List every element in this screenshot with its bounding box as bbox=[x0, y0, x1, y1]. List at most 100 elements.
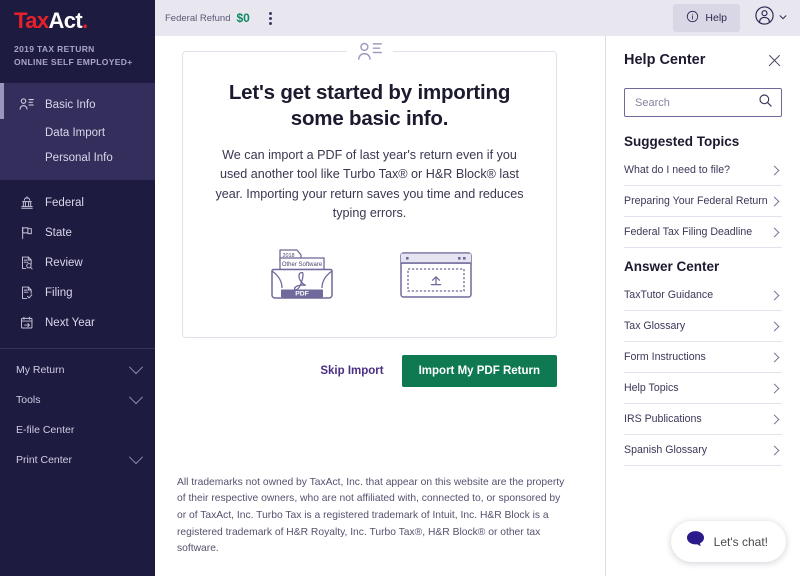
document-search-icon bbox=[18, 255, 35, 272]
chat-bubble-icon bbox=[686, 530, 705, 553]
account-menu-button[interactable] bbox=[754, 5, 788, 31]
sidebar-item-next-year[interactable]: Next Year bbox=[0, 308, 155, 338]
top-bar: Federal Refund $0 Help bbox=[155, 0, 800, 36]
chevron-down-icon bbox=[778, 9, 788, 27]
sidebar-item-basic-info-label: Basic Info bbox=[45, 98, 96, 111]
chevron-down-icon bbox=[128, 360, 144, 375]
center-pane: Let's get started by importing some basi… bbox=[155, 36, 605, 576]
chevron-right-icon bbox=[769, 352, 780, 362]
sidebar-item-review[interactable]: Review bbox=[0, 248, 155, 278]
sidebar-item-data-import[interactable]: Data Import bbox=[0, 120, 155, 145]
sidebar-item-efile-center-label: E-file Center bbox=[16, 424, 75, 437]
main-column: Federal Refund $0 Help Let's get started… bbox=[155, 0, 800, 576]
chevron-right-icon bbox=[769, 165, 780, 175]
lets-chat-label: Let's chat! bbox=[713, 534, 768, 549]
content-area: Let's get started by importing some basi… bbox=[155, 36, 800, 576]
list-item[interactable]: Spanish Glossary bbox=[624, 435, 782, 466]
answer-center-list: TaxTutor Guidance Tax Glossary Form Inst… bbox=[624, 280, 782, 466]
help-search-box[interactable] bbox=[624, 88, 782, 117]
brand-block: TaxAct. 2019 TAX RETURN ONLINE SELF EMPL… bbox=[0, 0, 155, 83]
sidebar-item-state[interactable]: State bbox=[0, 218, 155, 248]
info-circle-icon bbox=[686, 10, 699, 26]
chevron-right-icon bbox=[769, 290, 780, 300]
taxact-logo[interactable]: TaxAct. bbox=[14, 10, 141, 32]
list-item[interactable]: Help Topics bbox=[624, 373, 782, 404]
card-title: Let's get started by importing some basi… bbox=[228, 81, 511, 130]
close-icon[interactable] bbox=[767, 53, 782, 68]
federal-refund-label: Federal Refund bbox=[165, 12, 231, 24]
help-search-input[interactable] bbox=[635, 96, 758, 109]
skip-import-button[interactable]: Skip Import bbox=[318, 359, 385, 383]
pdf-folder-pdf-label: PDF bbox=[295, 290, 309, 297]
list-item[interactable]: IRS Publications bbox=[624, 404, 782, 435]
sidebar-footer-nav: My Return Tools E-file Center Print Cent… bbox=[0, 355, 155, 475]
sidebar-item-review-label: Review bbox=[45, 257, 83, 270]
help-center-header: Help Center bbox=[624, 52, 782, 68]
suggested-topic-label: What do I need to file? bbox=[624, 164, 731, 176]
sidebar-item-my-return[interactable]: My Return bbox=[0, 355, 155, 385]
list-item[interactable]: Form Instructions bbox=[624, 342, 782, 373]
pdf-folder-illustration: 2018 Other Software PDF bbox=[267, 242, 337, 313]
suggested-topic-label: Preparing Your Federal Return bbox=[624, 195, 768, 207]
brand-subtitle: 2019 TAX RETURN ONLINE SELF EMPLOYED+ bbox=[14, 43, 141, 69]
kebab-menu-icon[interactable] bbox=[266, 9, 275, 28]
help-button-label: Help bbox=[705, 12, 727, 24]
product-label: ONLINE SELF EMPLOYED+ bbox=[14, 57, 133, 68]
chevron-right-icon bbox=[769, 321, 780, 331]
flag-icon bbox=[18, 225, 35, 242]
answer-center-title: Answer Center bbox=[624, 259, 720, 274]
sidebar-item-print-center-label: Print Center bbox=[16, 454, 73, 467]
chevron-down-icon bbox=[128, 450, 144, 465]
sidebar-item-filing-label: Filing bbox=[45, 287, 73, 300]
taxact-app-window: TaxAct. 2019 TAX RETURN ONLINE SELF EMPL… bbox=[0, 0, 800, 576]
help-center-panel: Help Center Suggested Topics What do I n… bbox=[605, 36, 800, 576]
sidebar-item-tools-label: Tools bbox=[16, 394, 41, 407]
sidebar-item-my-return-label: My Return bbox=[16, 364, 65, 377]
sidebar-item-basic-info[interactable]: Basic Info bbox=[0, 89, 155, 120]
list-item[interactable]: Tax Glossary bbox=[624, 311, 782, 342]
top-bar-right: Help bbox=[673, 4, 788, 32]
sidebar-item-print-center[interactable]: Print Center bbox=[0, 445, 155, 475]
calendar-arrow-icon bbox=[18, 315, 35, 332]
sidebar-group-basic-info: Basic Info Data Import Personal Info bbox=[0, 83, 155, 181]
person-list-icon bbox=[346, 39, 393, 65]
chevron-right-icon bbox=[769, 414, 780, 424]
answer-item-label: IRS Publications bbox=[624, 413, 702, 425]
answer-item-label: TaxTutor Guidance bbox=[624, 289, 714, 301]
logo-tax-text: Tax bbox=[14, 8, 49, 33]
chevron-right-icon bbox=[769, 227, 780, 237]
list-item[interactable]: TaxTutor Guidance bbox=[624, 280, 782, 311]
sidebar-item-personal-info-label: Personal Info bbox=[45, 151, 113, 164]
lets-chat-button[interactable]: Let's chat! bbox=[670, 521, 786, 562]
suggested-topics-title: Suggested Topics bbox=[624, 134, 740, 149]
import-card: Let's get started by importing some basi… bbox=[182, 39, 557, 338]
list-item[interactable]: Preparing Your Federal Return bbox=[624, 186, 782, 217]
list-item[interactable]: Federal Tax Filing Deadline bbox=[624, 217, 782, 248]
sidebar-main-nav: Federal State Review Filing Next Year bbox=[0, 180, 155, 338]
card-actions: Skip Import Import My PDF Return bbox=[155, 354, 557, 387]
import-pdf-return-button[interactable]: Import My PDF Return bbox=[401, 354, 557, 387]
legal-footer: All trademarks not owned by TaxAct, Inc.… bbox=[177, 476, 565, 555]
suggested-topics-list: What do I need to file? Preparing Your F… bbox=[624, 155, 782, 248]
document-check-icon bbox=[18, 285, 35, 302]
search-icon[interactable] bbox=[758, 93, 773, 113]
tax-year-label: 2019 TAX RETURN bbox=[14, 44, 95, 54]
sidebar-item-efile-center[interactable]: E-file Center bbox=[0, 415, 155, 445]
help-center-title: Help Center bbox=[624, 52, 706, 68]
suggested-topic-label: Federal Tax Filing Deadline bbox=[624, 226, 753, 238]
person-list-icon bbox=[18, 96, 35, 113]
help-button[interactable]: Help bbox=[673, 4, 740, 32]
list-item[interactable]: What do I need to file? bbox=[624, 155, 782, 186]
logo-trademark-dot: . bbox=[82, 8, 88, 33]
answer-item-label: Spanish Glossary bbox=[624, 444, 708, 456]
sidebar-item-personal-info[interactable]: Personal Info bbox=[0, 145, 155, 170]
sidebar-item-filing[interactable]: Filing bbox=[0, 278, 155, 308]
sidebar-item-tools[interactable]: Tools bbox=[0, 385, 155, 415]
sidebar-item-federal[interactable]: Federal bbox=[0, 188, 155, 218]
answer-item-label: Form Instructions bbox=[624, 351, 706, 363]
card-body-text: We can import a PDF of last year's retur… bbox=[215, 147, 524, 221]
sidebar-item-next-year-label: Next Year bbox=[45, 317, 95, 330]
answer-item-label: Tax Glossary bbox=[624, 320, 686, 332]
chevron-down-icon bbox=[128, 390, 144, 405]
user-circle-icon bbox=[754, 5, 775, 31]
